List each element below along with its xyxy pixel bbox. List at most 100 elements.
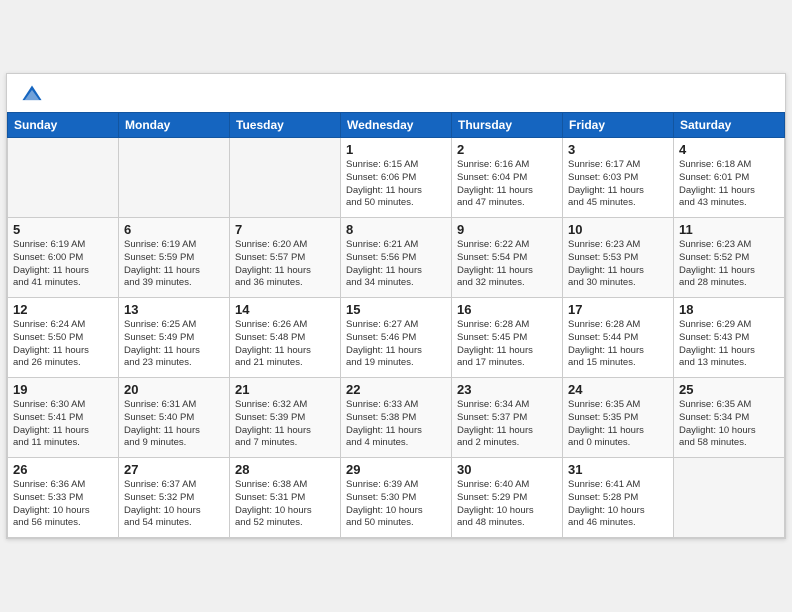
day-info: Sunrise: 6:19 AM Sunset: 5:59 PM Dayligh… <box>124 239 224 290</box>
day-info: Sunrise: 6:37 AM Sunset: 5:32 PM Dayligh… <box>124 479 224 530</box>
weekday-header-saturday: Saturday <box>674 113 785 138</box>
day-number: 5 <box>13 222 113 237</box>
day-cell: 10 Sunrise: 6:23 AM Sunset: 5:53 PM Dayli… <box>563 218 674 298</box>
day-number: 4 <box>679 142 779 157</box>
day-cell: 15Sunrise: 6:27 AM Sunset: 5:46 PM Dayli… <box>341 298 452 378</box>
day-info: Sunrise: 6:24 AM Sunset: 5:50 PM Dayligh… <box>13 319 113 370</box>
logo-area <box>21 84 47 106</box>
day-cell <box>674 458 785 538</box>
logo-icon <box>21 84 43 106</box>
weekday-header-tuesday: Tuesday <box>230 113 341 138</box>
day-number: 24 <box>568 382 668 397</box>
day-number: 23 <box>457 382 557 397</box>
day-number: 18 <box>679 302 779 317</box>
day-info: Sunrise: 6:35 AM Sunset: 5:35 PM Dayligh… <box>568 399 668 450</box>
week-row-1: 1Sunrise: 6:15 AM Sunset: 6:06 PM Daylig… <box>8 138 785 218</box>
day-cell: 23 Sunrise: 6:34 AM Sunset: 5:37 PM Dayli… <box>452 378 563 458</box>
day-info: Sunrise: 6:38 AM Sunset: 5:31 PM Dayligh… <box>235 479 335 530</box>
day-cell: 29 Sunrise: 6:39 AM Sunset: 5:30 PM Dayli… <box>341 458 452 538</box>
day-number: 2 <box>457 142 557 157</box>
day-cell: 30Sunrise: 6:40 AM Sunset: 5:29 PM Dayli… <box>452 458 563 538</box>
day-number: 25 <box>679 382 779 397</box>
day-info: Sunrise: 6:35 AM Sunset: 5:34 PM Dayligh… <box>679 399 779 450</box>
day-cell <box>230 138 341 218</box>
day-number: 17 <box>568 302 668 317</box>
day-number: 8 <box>346 222 446 237</box>
day-cell: 25 Sunrise: 6:35 AM Sunset: 5:34 PM Dayli… <box>674 378 785 458</box>
day-number: 21 <box>235 382 335 397</box>
day-info: Sunrise: 6:23 AM Sunset: 5:53 PM Dayligh… <box>568 239 668 290</box>
day-cell: 20 Sunrise: 6:31 AM Sunset: 5:40 PM Dayli… <box>119 378 230 458</box>
calendar-container: SundayMondayTuesdayWednesdayThursdayFrid… <box>6 73 786 539</box>
day-number: 30 <box>457 462 557 477</box>
day-info: Sunrise: 6:36 AM Sunset: 5:33 PM Dayligh… <box>13 479 113 530</box>
day-number: 16 <box>457 302 557 317</box>
day-info: Sunrise: 6:19 AM Sunset: 6:00 PM Dayligh… <box>13 239 113 290</box>
day-number: 14 <box>235 302 335 317</box>
day-number: 9 <box>457 222 557 237</box>
day-info: Sunrise: 6:30 AM Sunset: 5:41 PM Dayligh… <box>13 399 113 450</box>
day-number: 22 <box>346 382 446 397</box>
day-info: Sunrise: 6:25 AM Sunset: 5:49 PM Dayligh… <box>124 319 224 370</box>
day-cell <box>119 138 230 218</box>
day-cell: 17 Sunrise: 6:28 AM Sunset: 5:44 PM Dayli… <box>563 298 674 378</box>
day-number: 3 <box>568 142 668 157</box>
day-cell: 7 Sunrise: 6:20 AM Sunset: 5:57 PM Daylig… <box>230 218 341 298</box>
day-number: 12 <box>13 302 113 317</box>
day-cell: 6 Sunrise: 6:19 AM Sunset: 5:59 PM Daylig… <box>119 218 230 298</box>
day-number: 27 <box>124 462 224 477</box>
day-cell: 24 Sunrise: 6:35 AM Sunset: 5:35 PM Dayli… <box>563 378 674 458</box>
day-cell: 13 Sunrise: 6:25 AM Sunset: 5:49 PM Dayli… <box>119 298 230 378</box>
day-cell: 12 Sunrise: 6:24 AM Sunset: 5:50 PM Dayli… <box>8 298 119 378</box>
day-info: Sunrise: 6:29 AM Sunset: 5:43 PM Dayligh… <box>679 319 779 370</box>
day-info: Sunrise: 6:16 AM Sunset: 6:04 PM Dayligh… <box>457 159 557 210</box>
weekday-header-monday: Monday <box>119 113 230 138</box>
day-info: Sunrise: 6:23 AM Sunset: 5:52 PM Dayligh… <box>679 239 779 290</box>
week-row-2: 5 Sunrise: 6:19 AM Sunset: 6:00 PM Daylig… <box>8 218 785 298</box>
day-info: Sunrise: 6:34 AM Sunset: 5:37 PM Dayligh… <box>457 399 557 450</box>
day-cell: 27 Sunrise: 6:37 AM Sunset: 5:32 PM Dayli… <box>119 458 230 538</box>
day-cell: 16 Sunrise: 6:28 AM Sunset: 5:45 PM Dayli… <box>452 298 563 378</box>
day-number: 7 <box>235 222 335 237</box>
calendar-header <box>7 74 785 112</box>
day-info: Sunrise: 6:26 AM Sunset: 5:48 PM Dayligh… <box>235 319 335 370</box>
day-number: 13 <box>124 302 224 317</box>
day-cell: 11Sunrise: 6:23 AM Sunset: 5:52 PM Dayli… <box>674 218 785 298</box>
day-cell: 1Sunrise: 6:15 AM Sunset: 6:06 PM Daylig… <box>341 138 452 218</box>
weekday-header-sunday: Sunday <box>8 113 119 138</box>
day-number: 10 <box>568 222 668 237</box>
day-cell: 3 Sunrise: 6:17 AM Sunset: 6:03 PM Daylig… <box>563 138 674 218</box>
day-info: Sunrise: 6:17 AM Sunset: 6:03 PM Dayligh… <box>568 159 668 210</box>
day-number: 19 <box>13 382 113 397</box>
day-info: Sunrise: 6:20 AM Sunset: 5:57 PM Dayligh… <box>235 239 335 290</box>
day-number: 29 <box>346 462 446 477</box>
calendar-grid: SundayMondayTuesdayWednesdayThursdayFrid… <box>7 112 785 538</box>
week-row-4: 19 Sunrise: 6:30 AM Sunset: 5:41 PM Dayli… <box>8 378 785 458</box>
day-number: 6 <box>124 222 224 237</box>
day-info: Sunrise: 6:39 AM Sunset: 5:30 PM Dayligh… <box>346 479 446 530</box>
day-info: Sunrise: 6:28 AM Sunset: 5:45 PM Dayligh… <box>457 319 557 370</box>
day-info: Sunrise: 6:32 AM Sunset: 5:39 PM Dayligh… <box>235 399 335 450</box>
day-info: Sunrise: 6:31 AM Sunset: 5:40 PM Dayligh… <box>124 399 224 450</box>
day-number: 20 <box>124 382 224 397</box>
day-cell: 22 Sunrise: 6:33 AM Sunset: 5:38 PM Dayli… <box>341 378 452 458</box>
day-info: Sunrise: 6:27 AM Sunset: 5:46 PM Dayligh… <box>346 319 446 370</box>
day-cell: 31 Sunrise: 6:41 AM Sunset: 5:28 PM Dayli… <box>563 458 674 538</box>
day-number: 31 <box>568 462 668 477</box>
day-cell: 9Sunrise: 6:22 AM Sunset: 5:54 PM Daylig… <box>452 218 563 298</box>
day-cell <box>8 138 119 218</box>
day-cell: 5 Sunrise: 6:19 AM Sunset: 6:00 PM Daylig… <box>8 218 119 298</box>
weekday-header-friday: Friday <box>563 113 674 138</box>
day-cell: 14 Sunrise: 6:26 AM Sunset: 5:48 PM Dayli… <box>230 298 341 378</box>
day-info: Sunrise: 6:18 AM Sunset: 6:01 PM Dayligh… <box>679 159 779 210</box>
day-number: 28 <box>235 462 335 477</box>
day-info: Sunrise: 6:28 AM Sunset: 5:44 PM Dayligh… <box>568 319 668 370</box>
day-cell: 18 Sunrise: 6:29 AM Sunset: 5:43 PM Dayli… <box>674 298 785 378</box>
day-cell: 19 Sunrise: 6:30 AM Sunset: 5:41 PM Dayli… <box>8 378 119 458</box>
day-info: Sunrise: 6:33 AM Sunset: 5:38 PM Dayligh… <box>346 399 446 450</box>
day-info: Sunrise: 6:21 AM Sunset: 5:56 PM Dayligh… <box>346 239 446 290</box>
day-cell: 2 Sunrise: 6:16 AM Sunset: 6:04 PM Daylig… <box>452 138 563 218</box>
day-info: Sunrise: 6:15 AM Sunset: 6:06 PM Dayligh… <box>346 159 446 210</box>
day-info: Sunrise: 6:41 AM Sunset: 5:28 PM Dayligh… <box>568 479 668 530</box>
weekday-header-row: SundayMondayTuesdayWednesdayThursdayFrid… <box>8 113 785 138</box>
